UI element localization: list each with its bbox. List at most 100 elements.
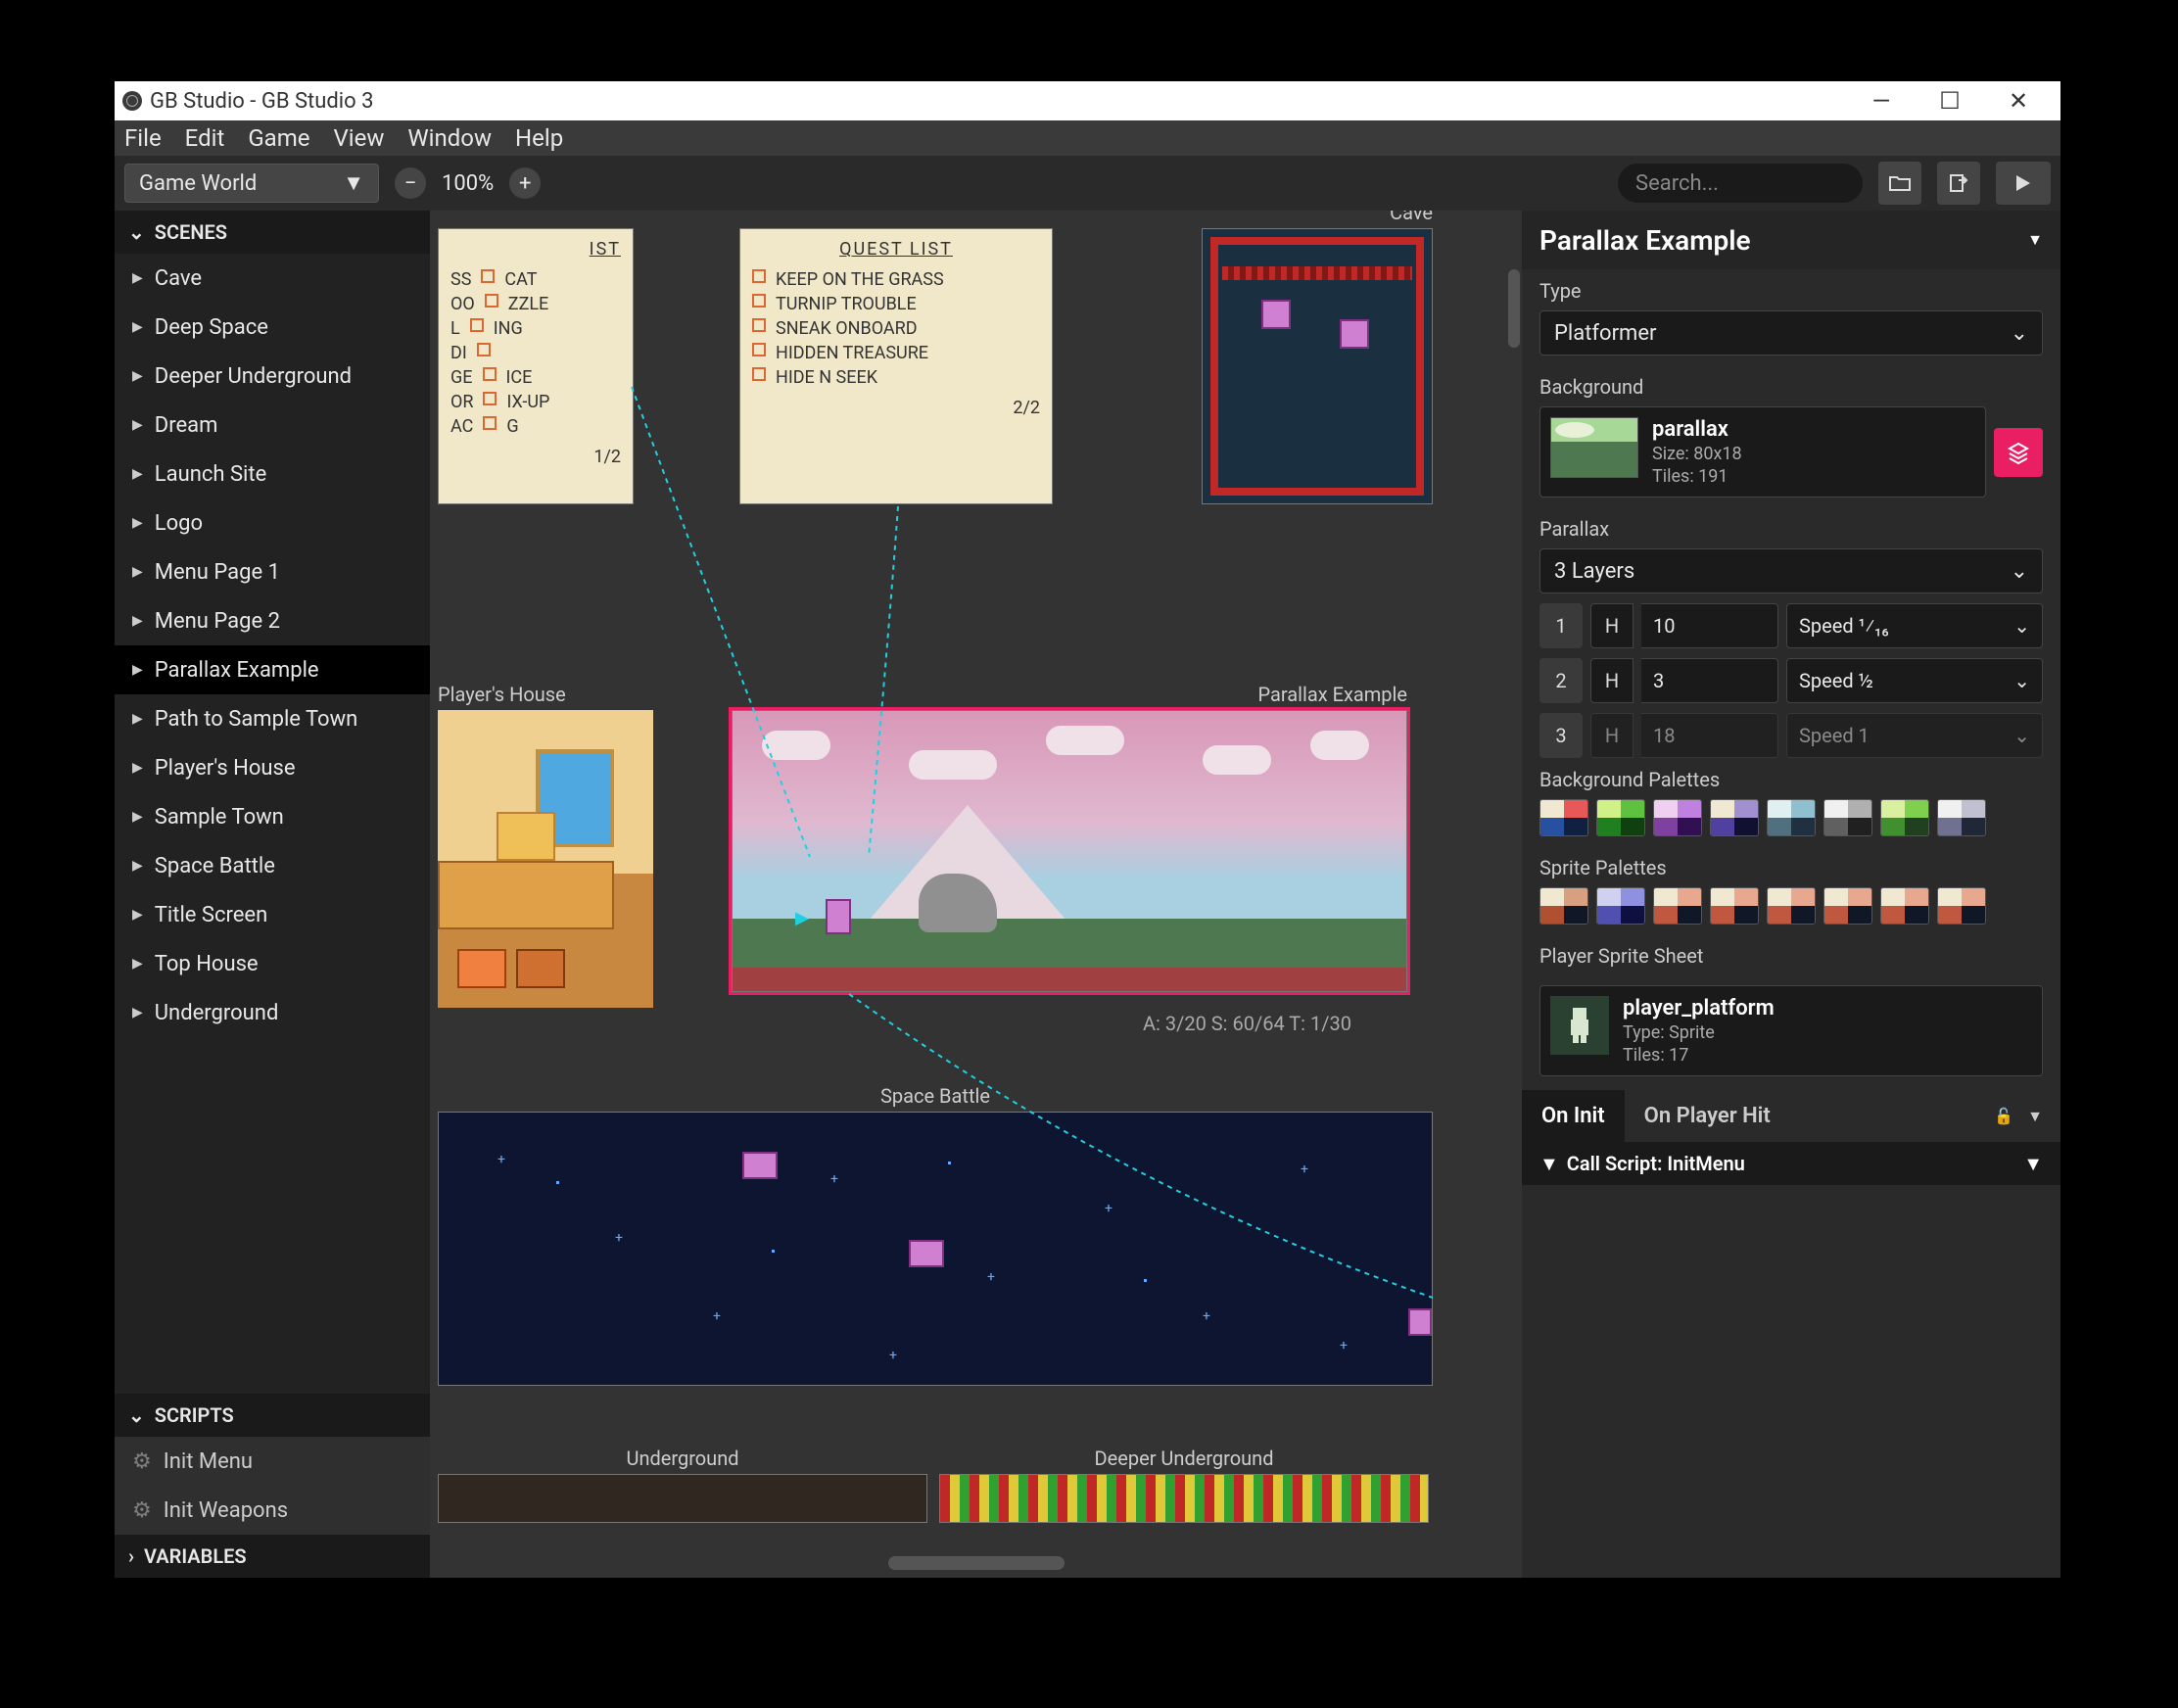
sidebar-scene-item[interactable]: ▶Path to Sample Town bbox=[115, 694, 430, 743]
actor-sprite[interactable] bbox=[1340, 319, 1369, 349]
menu-window[interactable]: Window bbox=[407, 124, 492, 152]
tab-on-init[interactable]: On Init bbox=[1522, 1090, 1625, 1142]
sidebar-script-item[interactable]: ⚙Init Menu bbox=[115, 1437, 430, 1486]
palette-swatch[interactable] bbox=[1937, 887, 1986, 925]
scene-item-label: Parallax Example bbox=[155, 658, 319, 683]
scene-deeper-underground[interactable]: Deeper Underground bbox=[939, 1474, 1429, 1523]
sidebar-scene-item[interactable]: ▶Menu Page 1 bbox=[115, 547, 430, 596]
palette-swatch[interactable] bbox=[1823, 887, 1872, 925]
search-input[interactable]: Search... bbox=[1618, 164, 1863, 203]
chevron-down-icon[interactable]: ▼ bbox=[2027, 1107, 2043, 1126]
speed-select[interactable]: Speed ½⌄ bbox=[1786, 658, 2043, 703]
palette-swatch[interactable] bbox=[1767, 887, 1816, 925]
type-select[interactable]: Platformer ⌄ bbox=[1539, 310, 2043, 356]
sidebar-scene-item[interactable]: ▶Cave bbox=[115, 254, 430, 303]
menu-view[interactable]: View bbox=[334, 124, 385, 152]
menu-game[interactable]: Game bbox=[248, 124, 309, 152]
export-button[interactable] bbox=[1937, 162, 1980, 205]
folder-icon bbox=[1889, 174, 1911, 192]
actor-sprite[interactable] bbox=[1261, 300, 1291, 329]
chevron-down-icon: ⌄ bbox=[128, 1403, 145, 1427]
sidebar-scene-item[interactable]: ▶Launch Site bbox=[115, 450, 430, 498]
player-start-icon[interactable]: ▶ bbox=[795, 908, 809, 928]
tab-on-player-hit[interactable]: On Player Hit bbox=[1625, 1090, 1790, 1142]
menu-file[interactable]: File bbox=[124, 124, 162, 152]
quest-item-label: KEEP ON THE GRASS bbox=[776, 269, 944, 290]
palette-swatch[interactable] bbox=[1823, 799, 1872, 836]
script-event-bar[interactable]: ▼ Call Script: InitMenu ▼ bbox=[1522, 1142, 2060, 1185]
close-icon[interactable]: ✕ bbox=[2004, 86, 2033, 116]
sidebar-scene-item[interactable]: ▶Sample Town bbox=[115, 792, 430, 841]
sidebar-scene-item[interactable]: ▶Player's House bbox=[115, 743, 430, 792]
palette-swatch[interactable] bbox=[1880, 799, 1929, 836]
scene-item-label: Logo bbox=[155, 511, 203, 536]
parallax-select[interactable]: 3 Layers ⌄ bbox=[1539, 548, 2043, 593]
parallax-toggle-button[interactable] bbox=[1994, 428, 2043, 477]
scene-menu-page-2[interactable]: QUEST LIST KEEP ON THE GRASSTURNIP TROUB… bbox=[739, 228, 1053, 504]
sidebar-scene-item[interactable]: ▶Space Battle bbox=[115, 841, 430, 890]
sidebar-scene-item[interactable]: ▶Menu Page 2 bbox=[115, 596, 430, 645]
sprite-palettes-label: Sprite Palettes bbox=[1539, 856, 2043, 879]
speed-select[interactable]: Speed ¹⁄₁₆⌄ bbox=[1786, 603, 2043, 648]
canvas-horizontal-scrollbar[interactable] bbox=[888, 1556, 1065, 1570]
scene-space-battle[interactable]: Space Battle ++ ++ ++ ++ ++ bbox=[438, 1112, 1433, 1386]
titlebar: GB Studio - GB Studio 3 — ☐ ✕ bbox=[115, 81, 2060, 120]
background-card[interactable]: parallax Size: 80x18 Tiles: 191 bbox=[1539, 406, 1986, 498]
palette-swatch[interactable] bbox=[1596, 887, 1645, 925]
player-sprite-card[interactable]: player_platform Type: Sprite Tiles: 17 bbox=[1539, 985, 2043, 1076]
checkbox-icon bbox=[752, 318, 766, 332]
maximize-icon[interactable]: ☐ bbox=[1935, 86, 1965, 116]
world-canvas[interactable]: ✚ IST SSCATOOZZLELINGDIGEICEORIX-UPACG 1… bbox=[430, 211, 1522, 1578]
world-dropdown[interactable]: Game World ▼ bbox=[124, 164, 379, 203]
height-input[interactable]: 10 bbox=[1641, 603, 1778, 648]
scene-parallax-example[interactable]: Parallax Example ▶ bbox=[732, 710, 1407, 992]
palette-swatch[interactable] bbox=[1653, 799, 1702, 836]
lock-icon[interactable]: 🔓 bbox=[1994, 1107, 2013, 1125]
scene-cave[interactable]: Cave bbox=[1202, 228, 1433, 504]
sidebar-scene-item[interactable]: ▶Top House bbox=[115, 939, 430, 988]
palette-swatch[interactable] bbox=[1767, 799, 1816, 836]
height-input[interactable]: 3 bbox=[1641, 658, 1778, 703]
inspector-title-bar[interactable]: Parallax Example ▼ bbox=[1522, 211, 2060, 269]
variables-section-header[interactable]: › VARIABLES bbox=[115, 1535, 430, 1578]
sidebar-scene-item[interactable]: ▶Underground bbox=[115, 988, 430, 1037]
player-sprite[interactable] bbox=[826, 899, 851, 934]
palette-swatch[interactable] bbox=[1653, 887, 1702, 925]
sidebar-scene-item[interactable]: ▶Deeper Underground bbox=[115, 352, 430, 401]
canvas-vertical-scrollbar[interactable] bbox=[1508, 269, 1520, 348]
sidebar-script-item[interactable]: ⚙Init Weapons bbox=[115, 1486, 430, 1535]
actor-sprite[interactable] bbox=[742, 1152, 778, 1179]
export-icon bbox=[1948, 172, 1969, 194]
palette-swatch[interactable] bbox=[1937, 799, 1986, 836]
actor-sprite[interactable] bbox=[1408, 1308, 1432, 1336]
folder-button[interactable] bbox=[1878, 162, 1921, 205]
triangle-icon: ▶ bbox=[132, 270, 143, 286]
palette-swatch[interactable] bbox=[1880, 887, 1929, 925]
sidebar-scene-item[interactable]: ▶Title Screen bbox=[115, 890, 430, 939]
background-label: Background bbox=[1539, 375, 2043, 399]
scenes-section-header[interactable]: ⌄ SCENES bbox=[115, 211, 430, 254]
palette-swatch[interactable] bbox=[1710, 887, 1759, 925]
play-button[interactable] bbox=[1996, 162, 2051, 205]
background-thumbnail bbox=[1550, 417, 1638, 478]
sidebar-scene-item[interactable]: ▶Parallax Example bbox=[115, 645, 430, 694]
menu-edit[interactable]: Edit bbox=[185, 124, 225, 152]
palette-swatch[interactable] bbox=[1539, 799, 1588, 836]
sidebar-scene-item[interactable]: ▶Logo bbox=[115, 498, 430, 547]
zoom-in-button[interactable]: + bbox=[509, 167, 541, 199]
scene-underground[interactable]: Underground bbox=[438, 1474, 927, 1523]
minimize-icon[interactable]: — bbox=[1867, 86, 1896, 116]
sidebar-scene-item[interactable]: ▶Dream bbox=[115, 401, 430, 450]
scene-menu-page-1[interactable]: IST SSCATOOZZLELINGDIGEICEORIX-UPACG 1/2 bbox=[438, 228, 634, 504]
world-dropdown-label: Game World bbox=[139, 171, 257, 196]
actor-sprite[interactable] bbox=[909, 1240, 944, 1267]
zoom-out-button[interactable]: − bbox=[395, 167, 426, 199]
sidebar-scene-item[interactable]: ▶Deep Space bbox=[115, 303, 430, 352]
scene-players-house[interactable]: Player's House bbox=[438, 710, 653, 1008]
palette-swatch[interactable] bbox=[1539, 887, 1588, 925]
menu-help[interactable]: Help bbox=[515, 124, 563, 152]
scene-stats: A: 3/20 S: 60/64 T: 1/30 bbox=[1143, 1012, 1351, 1035]
scripts-section-header[interactable]: ⌄ SCRIPTS bbox=[115, 1394, 430, 1437]
palette-swatch[interactable] bbox=[1710, 799, 1759, 836]
palette-swatch[interactable] bbox=[1596, 799, 1645, 836]
